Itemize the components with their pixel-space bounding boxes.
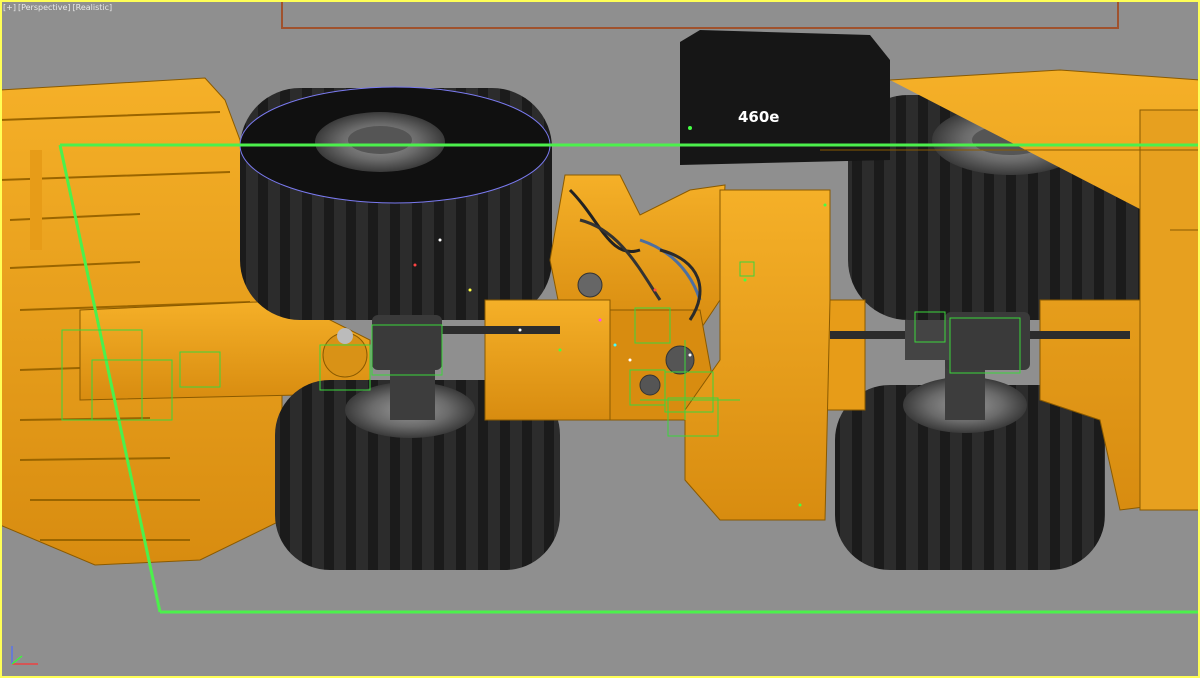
perspective-viewport[interactable]: [+] [Perspective] [Realistic] 460e: [0, 0, 1200, 678]
scene-canvas[interactable]: 460e: [0, 0, 1200, 678]
viewport-label-menu: [+] [Perspective] [Realistic]: [3, 3, 112, 12]
upper-frame: [281, 0, 1119, 29]
viewport-pov-label[interactable]: [Perspective]: [18, 3, 71, 12]
tire-front-upper[interactable]: [239, 86, 552, 320]
viewport-shading-label[interactable]: [Realistic]: [73, 3, 113, 12]
model-badge: 460e: [738, 108, 779, 126]
viewport-menu-button[interactable]: [+]: [3, 3, 16, 12]
axis-tripod-icon: [11, 646, 38, 665]
